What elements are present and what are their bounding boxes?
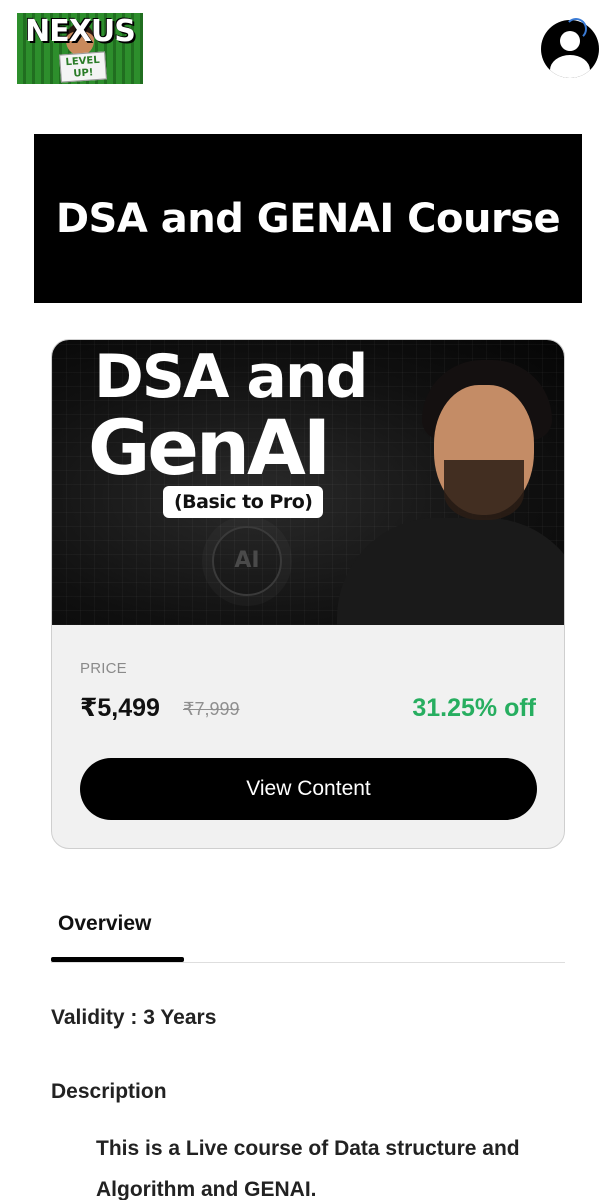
loading-spinner-icon <box>565 18 587 40</box>
brand-logo[interactable]: NEXUS LEVEL UP! <box>17 13 143 84</box>
page-title: DSA and GENAI Course <box>55 195 561 242</box>
instructor-beard <box>444 460 524 520</box>
discount-badge: 31.25% off <box>412 694 536 722</box>
thumbnail-title-line1: DSA and <box>94 342 368 412</box>
course-title-banner: DSA and GENAI Course <box>34 134 582 303</box>
user-body-icon <box>550 55 590 78</box>
price-label: PRICE <box>80 660 127 677</box>
course-card: AI DSA and GenAI (Basic to Pro) PRICE ₹5… <box>51 339 565 849</box>
tab-overview[interactable]: Overview <box>58 912 151 936</box>
thumbnail-level-tag: (Basic to Pro) <box>163 486 324 518</box>
logo-wordmark: NEXUS <box>25 14 136 49</box>
current-price: ₹5,499 <box>80 694 160 722</box>
course-thumbnail: AI DSA and GenAI (Basic to Pro) <box>52 340 564 625</box>
thumbnail-title-line2: GenAI <box>88 403 331 492</box>
tabs-divider <box>51 962 565 963</box>
validity-text: Validity : 3 Years <box>51 1006 217 1029</box>
logo-sign: LEVEL UP! <box>59 51 107 83</box>
view-content-button[interactable]: View Content <box>80 758 537 820</box>
description-text: This is a Live course of Data structure … <box>96 1137 520 1200</box>
ai-chip-icon: AI <box>212 526 282 596</box>
description-heading: Description <box>51 1080 167 1103</box>
original-price: ₹7,999 <box>183 699 240 719</box>
